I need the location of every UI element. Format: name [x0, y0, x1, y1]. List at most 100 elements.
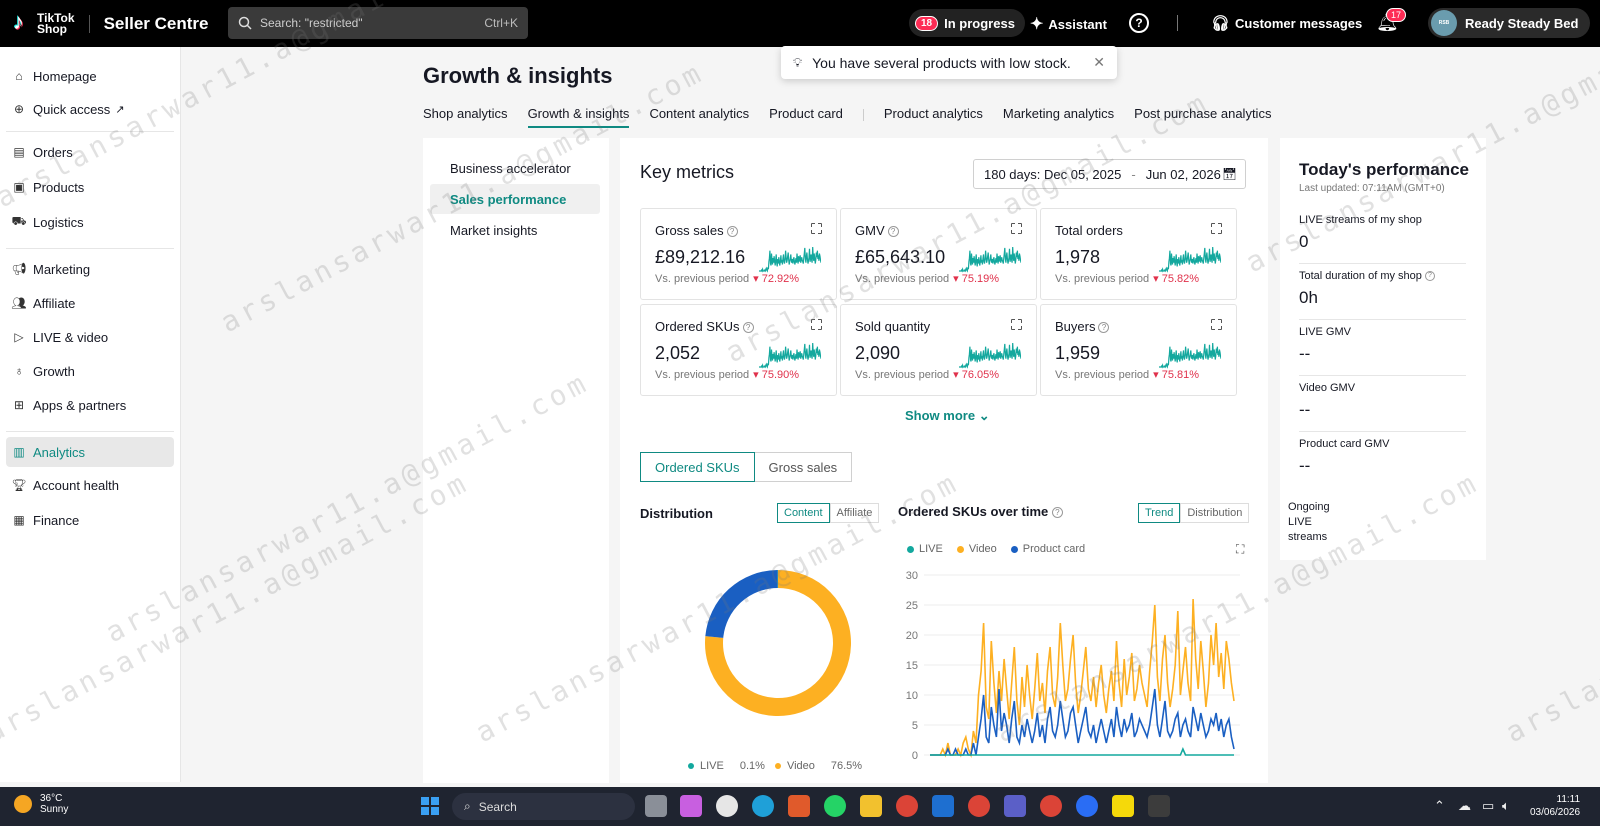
- assistant-button[interactable]: ✦ Assistant: [1030, 14, 1107, 34]
- subnav-market-insights[interactable]: Market insights: [430, 215, 600, 245]
- network-icon[interactable]: ▭: [1482, 798, 1494, 814]
- chrome-profile-icon[interactable]: [968, 795, 990, 817]
- chrome-icon[interactable]: [896, 795, 918, 817]
- expand-icon[interactable]: [1010, 222, 1023, 235]
- date-range-picker[interactable]: 180 days: Dec 05, 2025 - Jun 02, 2026 📅︎: [973, 159, 1246, 189]
- sticky-notes-icon[interactable]: [1112, 795, 1134, 817]
- info-icon[interactable]: ?: [742, 322, 754, 334]
- notifications-button[interactable]: 🔔︎ 17: [1376, 8, 1407, 33]
- sidebar-item-logistics[interactable]: ⛟ Logistics: [6, 207, 174, 237]
- sidebar-item-affiliate[interactable]: 👥︎ Affiliate: [6, 288, 174, 318]
- sidebar-item-apps-partners[interactable]: ⊞ Apps & partners: [6, 390, 174, 420]
- tiktok-shop-logo[interactable]: TikTok Shop: [11, 9, 75, 35]
- clock[interactable]: 11:11 03/06/2026: [1530, 793, 1580, 819]
- app-icon[interactable]: [1076, 795, 1098, 817]
- in-progress-button[interactable]: 18 In progress: [909, 9, 1025, 37]
- info-icon[interactable]: ?: [1424, 271, 1435, 282]
- sparkline: [959, 246, 1021, 273]
- account-menu[interactable]: RSB Ready Steady Bed: [1428, 8, 1591, 38]
- chrome-profile-2-icon[interactable]: [1040, 795, 1062, 817]
- sparkline-path: [1159, 246, 1221, 273]
- expand-icon[interactable]: [810, 318, 823, 331]
- donut-legend-live: LIVE 0.1%: [688, 760, 765, 772]
- sidebar-item-analytics[interactable]: ▥ Analytics: [6, 437, 174, 467]
- taskbar-search[interactable]: ⌕ Search: [452, 793, 635, 820]
- expand-icon[interactable]: [810, 222, 823, 235]
- sparkline: [759, 246, 821, 273]
- account-name: Ready Steady Bed: [1465, 15, 1579, 31]
- sidebar-item-products[interactable]: ▣ Products: [6, 172, 174, 202]
- toggle-distribution[interactable]: Distribution: [1180, 503, 1250, 523]
- metric-card-gmv[interactable]: GMV? £65,643.10 Vs. previous period ▾ 75.19…: [840, 208, 1037, 300]
- info-icon[interactable]: ?: [1098, 322, 1110, 334]
- expand-icon[interactable]: [1210, 318, 1223, 331]
- cloud-icon[interactable]: ☁︎: [1458, 798, 1471, 814]
- metric-card-buyers[interactable]: Buyers? 1,959 Vs. previous period ▾ 75.81%: [1040, 304, 1237, 396]
- tab-post-purchase-analytics[interactable]: Post purchase analytics: [1134, 106, 1271, 128]
- metric-card-total-orders[interactable]: Total orders 1,978 Vs. previous period ▾ 75…: [1040, 208, 1237, 300]
- expand-icon[interactable]: [1010, 318, 1023, 331]
- users-icon: 👥︎: [11, 296, 27, 310]
- show-more-button[interactable]: Show more ⌄: [905, 408, 990, 424]
- info-icon[interactable]: ?: [887, 226, 899, 238]
- legend-product-card[interactable]: Product card: [1010, 543, 1085, 555]
- sidebar-item-quick-access[interactable]: ⊕ Quick access ↗: [6, 94, 174, 124]
- in-progress-count: 18: [915, 15, 939, 31]
- metric-comparison: Vs. previous period ▾ 75.90%: [655, 369, 800, 381]
- weather-widget[interactable]: 36°C Sunny: [14, 793, 68, 815]
- sparkline: [1159, 246, 1221, 273]
- toggle-ordered-skus[interactable]: Ordered SKUs: [640, 452, 755, 482]
- customer-messages-button[interactable]: 🎧︎ Customer messages: [1211, 14, 1362, 32]
- expand-chart-icon[interactable]: ⛶: [1236, 542, 1244, 557]
- copilot-icon[interactable]: [680, 795, 702, 817]
- volume-icon[interactable]: 🔈︎: [1502, 798, 1510, 814]
- tab-content-analytics[interactable]: Content analytics: [649, 106, 749, 128]
- toggle-trend[interactable]: Trend: [1138, 503, 1181, 523]
- info-icon[interactable]: ?: [726, 226, 738, 238]
- teams-icon[interactable]: [1004, 795, 1026, 817]
- toggle-affiliate[interactable]: Affiliate: [829, 503, 880, 523]
- sparkline-path: [759, 246, 821, 273]
- metric-change-down: ▾ 75.81%: [1153, 369, 1200, 381]
- series-product-card-line[interactable]: [930, 688, 1235, 756]
- subnav-business-accelerator[interactable]: Business accelerator: [430, 153, 600, 183]
- toggle-gross-sales[interactable]: Gross sales: [754, 452, 853, 482]
- task-view-icon[interactable]: [645, 795, 667, 817]
- tab-product-analytics[interactable]: Product analytics: [884, 106, 983, 128]
- metric-card-sold-quantity[interactable]: Sold quantity 2,090 Vs. previous period ▾ 7…: [840, 304, 1037, 396]
- tab-product-card[interactable]: Product card: [769, 106, 843, 128]
- chevron-up-icon[interactable]: ⌃: [1434, 798, 1445, 814]
- sidebar-item-live-video[interactable]: ▷ LIVE & video: [6, 322, 174, 352]
- whatsapp-icon[interactable]: [824, 795, 846, 817]
- info-icon[interactable]: ?: [1051, 507, 1063, 519]
- metric-card-ordered-skus[interactable]: Ordered SKUs? 2,052 Vs. previous period ▾ 7…: [640, 304, 837, 396]
- metric-change-down: ▾ 75.19%: [953, 273, 1000, 285]
- tab-shop-analytics[interactable]: Shop analytics: [423, 106, 508, 128]
- claude-icon[interactable]: [788, 795, 810, 817]
- help-icon[interactable]: ?: [1129, 13, 1149, 33]
- sidebar-item-homepage[interactable]: ⌂ Homepage: [6, 61, 174, 91]
- sidebar-item-finance[interactable]: ▦ Finance: [6, 505, 174, 535]
- outlook-icon[interactable]: [932, 795, 954, 817]
- expand-icon[interactable]: [1210, 222, 1223, 235]
- legend-live[interactable]: LIVE: [907, 543, 943, 555]
- edge-icon[interactable]: [752, 795, 774, 817]
- sidebar-item-marketing[interactable]: 📢︎ Marketing: [6, 254, 174, 284]
- tab-marketing-analytics[interactable]: Marketing analytics: [1003, 106, 1114, 128]
- toggle-content[interactable]: Content: [777, 503, 830, 523]
- legend-video[interactable]: Video: [956, 543, 997, 555]
- tab-growth-insights[interactable]: Growth & insights: [527, 106, 630, 128]
- global-search[interactable]: Search: "restricted" Ctrl+K: [228, 7, 528, 39]
- chatgpt-icon[interactable]: [716, 795, 738, 817]
- sidebar-item-account-health[interactable]: 🏆︎ Account health: [6, 470, 174, 500]
- sidebar-item-growth[interactable]: ♁ Growth: [6, 356, 174, 386]
- sidebar-item-orders[interactable]: ▤ Orders: [6, 137, 174, 167]
- file-explorer-icon[interactable]: [860, 795, 882, 817]
- terminal-icon[interactable]: [1148, 795, 1170, 817]
- metric-card-gross-sales[interactable]: Gross sales? £89,212.16 Vs. previous perio…: [640, 208, 837, 300]
- line-chart-legend: LIVE Video Product card: [907, 543, 1099, 555]
- close-icon[interactable]: ✕: [1093, 54, 1105, 71]
- subnav-sales-performance[interactable]: Sales performance: [430, 184, 600, 214]
- windows-start-icon[interactable]: [421, 797, 439, 815]
- donut-slice-product-card[interactable]: [705, 570, 779, 639]
